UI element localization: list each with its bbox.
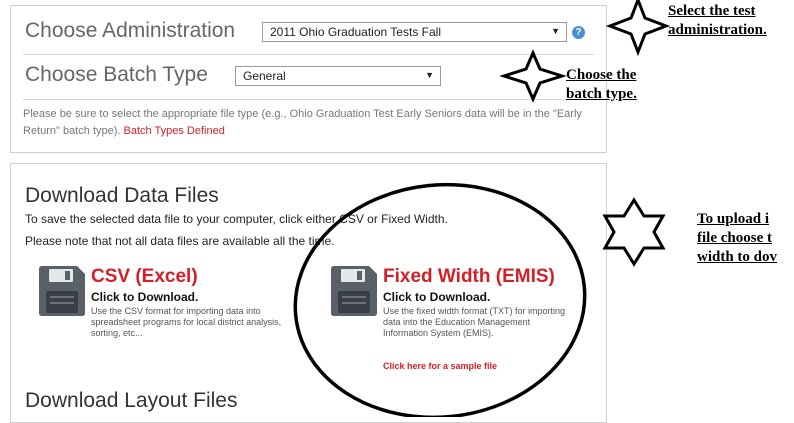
four-point-star-icon — [499, 49, 567, 103]
annotation-select-test: Select the test administration. — [668, 2, 767, 40]
six-point-star-icon — [602, 197, 666, 267]
annotation-line: width to dov — [697, 249, 778, 265]
highlight-ellipse — [293, 182, 587, 417]
annotation-overlay — [293, 0, 671, 417]
annotation-batch-type: Choose the batch type. — [566, 66, 637, 104]
annotation-line: file choose t — [697, 230, 772, 246]
annotation-line: batch type. — [566, 86, 637, 102]
annotation-line: administration. — [668, 22, 767, 38]
annotation-line: Choose the — [566, 67, 637, 83]
annotation-upload: To upload i file choose t width to dov — [697, 210, 794, 267]
annotation-line: To upload i — [697, 211, 769, 227]
annotation-line: Select the test — [668, 3, 756, 19]
four-point-star-icon — [605, 0, 671, 57]
